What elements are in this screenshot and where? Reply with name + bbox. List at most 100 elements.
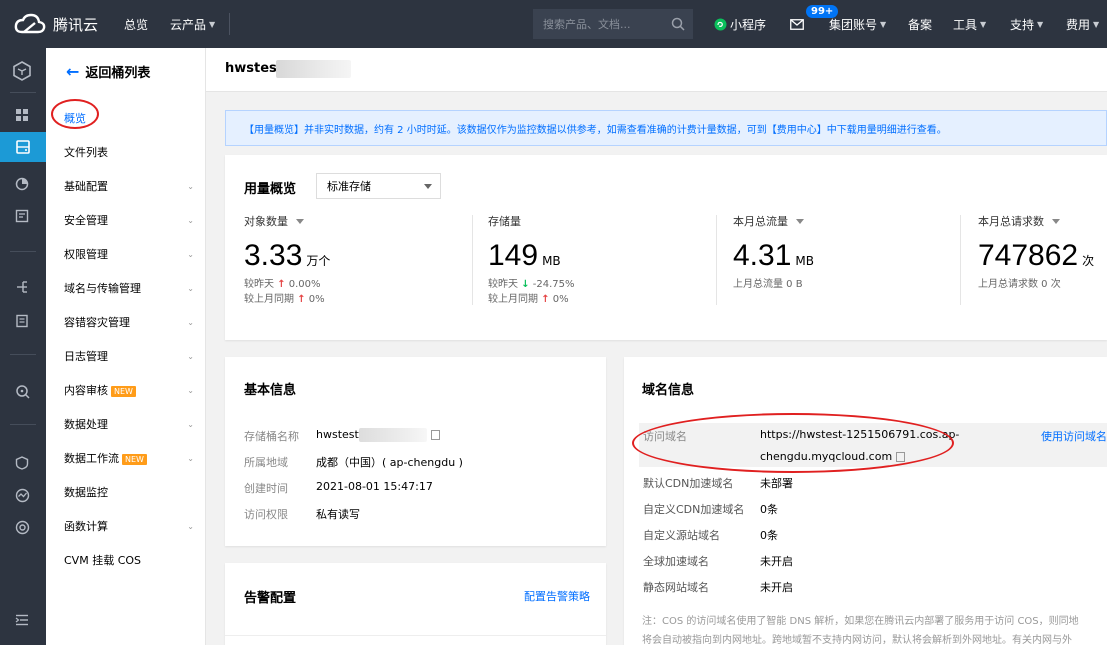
dashboard-grid-icon[interactable] xyxy=(11,104,33,126)
security-shield-icon[interactable] xyxy=(11,452,33,474)
inspect-search-icon[interactable] xyxy=(11,380,33,402)
metric-compare: 较昨天 ↑ 0.00% 较上月同期 ↑ 0% xyxy=(244,277,330,307)
brand-name: 腾讯云 xyxy=(53,15,99,34)
info-key: 访问权限 xyxy=(244,508,288,521)
billing-label: 费用 xyxy=(1066,17,1091,32)
note-line: 注：COS 的访问域名使用了智能 DNS 解析，如果您在腾讯云内部署了服务用于访… xyxy=(642,616,1079,627)
metric-label-text: 存储量 xyxy=(488,215,521,228)
sidebar-item-8[interactable]: 日志管理 ⌄ xyxy=(64,348,194,364)
sidebar-item-7[interactable]: 容错容灾管理 ⌄ xyxy=(64,314,194,330)
sidebar-item-14[interactable]: CVM 挂载 COS xyxy=(64,552,194,568)
compare-value: 0% xyxy=(552,294,569,305)
chevron-down-icon: ⌄ xyxy=(187,249,194,259)
icon-bar-divider xyxy=(10,424,36,425)
sidebar-item-label: 文件列表 xyxy=(64,146,108,159)
info-row-created: 创建时间 2021-08-01 15:47:17 xyxy=(244,480,433,496)
card-divider xyxy=(225,635,606,636)
compare-label: 较昨天 xyxy=(488,279,518,290)
nav-products[interactable]: 云产品 ▼ xyxy=(170,16,215,33)
document-icon[interactable] xyxy=(11,310,33,332)
sidebar-item-label: 内容审核 xyxy=(64,384,108,397)
domain-value: 0条 xyxy=(760,503,778,516)
domain-value: 未部署 xyxy=(760,477,793,490)
compare-label: 较昨天 xyxy=(244,279,274,290)
metric-divider xyxy=(716,215,717,305)
metric-value: 149 xyxy=(488,239,539,272)
compare-value: 0% xyxy=(308,294,325,305)
chevron-down-icon: ▼ xyxy=(1037,19,1044,29)
collapse-menu-icon[interactable] xyxy=(11,609,33,631)
bucket-storage-icon[interactable] xyxy=(0,132,46,162)
chevron-down-icon: ⌄ xyxy=(187,351,194,361)
sidebar-item-2[interactable]: 文件列表 xyxy=(64,144,194,160)
configure-alarm-link[interactable]: 配置告警策略 xyxy=(524,588,590,604)
sidebar-item-label-wrap: 权限管理 xyxy=(64,246,108,262)
sidebar-item-label: 日志管理 xyxy=(64,350,108,363)
sidebar-item-label-wrap: 安全管理 xyxy=(64,212,108,228)
metric-label[interactable]: 本月总流量 xyxy=(733,213,814,229)
domain-key: 自定义源站域名 xyxy=(643,529,720,542)
metric-unit: 万个 xyxy=(306,254,331,268)
brand-logo[interactable]: 腾讯云 xyxy=(0,13,115,35)
search-icon[interactable] xyxy=(671,17,685,31)
billing-menu[interactable]: 费用 ▼ xyxy=(1066,0,1099,48)
chevron-down-icon: ▼ xyxy=(880,19,887,29)
info-value: 2021-08-01 15:47:17 xyxy=(316,480,433,493)
mini-program-label: 小程序 xyxy=(730,17,767,32)
caret-down-icon xyxy=(296,218,304,224)
metric-value: 747862 xyxy=(978,239,1079,272)
sidebar-item-10[interactable]: 数据处理 ⌄ xyxy=(64,416,194,432)
metric-label[interactable]: 对象数量 xyxy=(244,213,330,229)
sidebar-item-label-wrap: 基础配置 xyxy=(64,178,108,194)
info-row-region: 所属地域 成都（中国）( ap-chengdu ) xyxy=(244,454,463,470)
global-search[interactable] xyxy=(533,9,693,39)
sidebar-item-13[interactable]: 函数计算 ⌄ xyxy=(64,518,194,534)
bucket-sidebar: ← 返回桶列表 概览 文件列表 基础配置 ⌄ 安全管理 ⌄ 权限管理 ⌄ 域名与传输管理 ⌄ 容错容… xyxy=(46,48,206,645)
compare-label: 较上月同期 xyxy=(244,294,294,305)
new-badge: NEW xyxy=(122,454,147,465)
cube-icon[interactable] xyxy=(11,60,33,82)
domain-key: 自定义CDN加速域名 xyxy=(643,503,745,516)
sidebar-item-label: 数据监控 xyxy=(64,486,108,499)
task-list-icon[interactable] xyxy=(11,205,33,227)
group-account-menu[interactable]: 集团账号 ▼ xyxy=(829,0,886,48)
sidebar-item-9[interactable]: 内容审核 NEW ⌄ xyxy=(64,382,194,398)
bucket-name-value: hwstest xyxy=(316,428,359,441)
monitor-gauge-icon[interactable] xyxy=(11,484,33,506)
sidebar-item-label-wrap: 数据工作流 NEW xyxy=(64,450,147,466)
icon-bar-divider xyxy=(10,251,36,252)
sidebar-item-label: 数据工作流 xyxy=(64,452,119,465)
workflow-icon[interactable] xyxy=(11,276,33,298)
sidebar-item-5[interactable]: 权限管理 ⌄ xyxy=(64,246,194,262)
sidebar-item-3[interactable]: 基础配置 ⌄ xyxy=(64,178,194,194)
copy-icon[interactable] xyxy=(430,430,440,440)
tools-menu[interactable]: 工具 ▼ xyxy=(953,0,986,48)
use-access-domain-link[interactable]: 使用访问域名: xyxy=(1041,428,1107,444)
back-to-bucket-list[interactable]: ← 返回桶列表 xyxy=(66,62,150,81)
alarm-config-title: 告警配置 xyxy=(244,591,297,606)
mini-program-link[interactable]: 小程序 xyxy=(714,0,766,48)
metric-storage: 存储量 149 MB 较昨天 ↓ -24.75% 较上月同期 ↑ 0% xyxy=(488,213,575,323)
metric-label[interactable]: 本月总请求数 xyxy=(978,213,1094,229)
search-input[interactable] xyxy=(543,17,663,31)
sidebar-item-6[interactable]: 域名与传输管理 ⌄ xyxy=(64,280,194,296)
messages-button[interactable] xyxy=(790,0,804,48)
chevron-down-icon: ▼ xyxy=(209,19,216,29)
sidebar-item-label-wrap: 数据监控 xyxy=(64,484,108,500)
storage-class-select[interactable]: 标准存储 xyxy=(316,173,441,199)
chevron-down-icon: ⌄ xyxy=(187,215,194,225)
compare-label: 上月总流量 0 B xyxy=(733,279,803,290)
chevron-down-icon: ⌄ xyxy=(187,521,194,531)
group-account-label: 集团账号 xyxy=(829,17,878,32)
metric-value: 4.31 xyxy=(733,239,792,272)
compare-value: -24.75% xyxy=(532,279,575,290)
support-menu[interactable]: 支持 ▼ xyxy=(1010,0,1043,48)
sidebar-item-4[interactable]: 安全管理 ⌄ xyxy=(64,212,194,228)
sidebar-item-12[interactable]: 数据监控 xyxy=(64,484,194,500)
nav-overview[interactable]: 总览 xyxy=(124,16,148,33)
sidebar-item-11[interactable]: 数据工作流 NEW ⌄ xyxy=(64,450,194,466)
sidebar-item-label-wrap: 数据处理 xyxy=(64,416,108,432)
filing-link[interactable]: 备案 xyxy=(908,0,932,48)
function-target-icon[interactable] xyxy=(11,516,33,538)
pie-chart-icon[interactable] xyxy=(11,173,33,195)
